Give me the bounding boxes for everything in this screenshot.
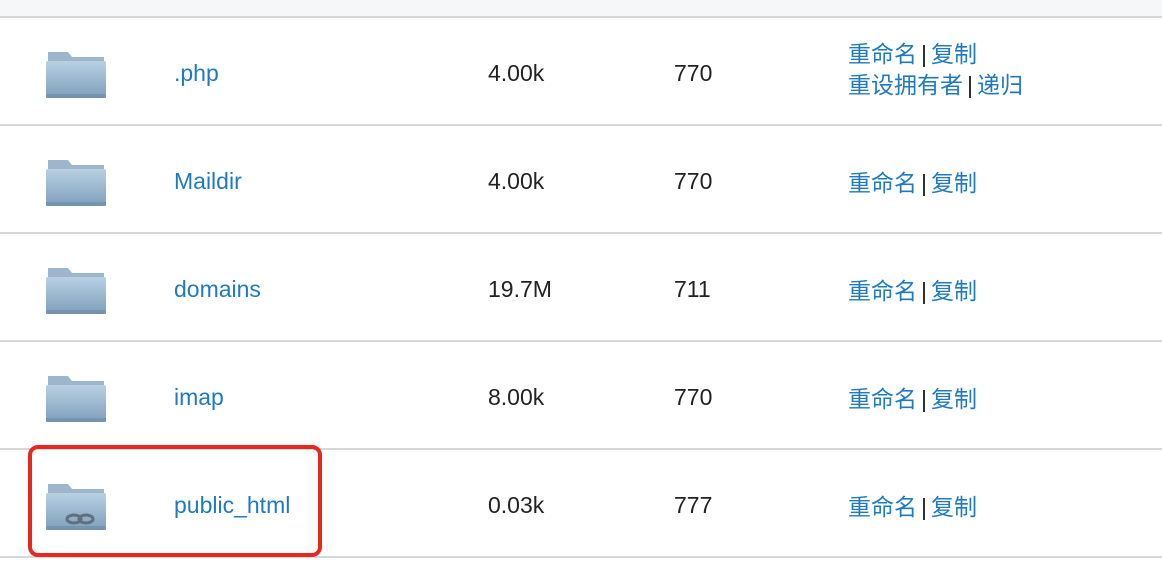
file-permissions: 770 <box>674 384 713 410</box>
action-separator: | <box>967 72 973 98</box>
file-name-link[interactable]: domains <box>174 276 261 302</box>
folder-icon[interactable] <box>44 152 108 208</box>
table-row: domains 19.7M 711 重命名 | 复制 <box>0 234 1162 342</box>
folder-icon[interactable] <box>44 44 108 100</box>
recursive-link[interactable]: 递归 <box>977 72 1023 98</box>
row-actions: 重命名 | 复制 <box>848 168 977 199</box>
file-name-link[interactable]: imap <box>174 384 224 410</box>
folder-icon[interactable] <box>44 368 108 424</box>
folder-icon[interactable] <box>44 260 108 316</box>
file-permissions: 770 <box>674 60 713 86</box>
table-row: Maildir 4.00k 770 重命名 | 复制 <box>0 126 1162 234</box>
copy-link[interactable]: 复制 <box>931 170 977 196</box>
file-size: 4.00k <box>488 60 545 86</box>
action-separator: | <box>921 41 927 67</box>
file-size: 8.00k <box>488 384 545 410</box>
row-actions: 重命名 | 复制 <box>848 276 977 307</box>
copy-link[interactable]: 复制 <box>931 41 977 67</box>
copy-link[interactable]: 复制 <box>931 494 977 520</box>
action-separator: | <box>921 170 927 196</box>
row-actions: 重命名 | 复制 重设拥有者 | 递归 <box>848 39 1023 101</box>
file-size: 0.03k <box>488 492 545 518</box>
file-table: .php 4.00k 770 重命名 | 复制 重设拥有者 | 递归 Maild… <box>0 18 1162 558</box>
file-permissions: 770 <box>674 168 713 194</box>
rename-link[interactable]: 重命名 <box>848 278 917 304</box>
copy-link[interactable]: 复制 <box>931 386 977 412</box>
file-size: 19.7M <box>488 276 552 302</box>
file-permissions: 711 <box>674 276 711 302</box>
rename-link[interactable]: 重命名 <box>848 170 917 196</box>
action-separator: | <box>921 494 927 520</box>
action-separator: | <box>921 386 927 412</box>
copy-link[interactable]: 复制 <box>931 278 977 304</box>
table-row: imap 8.00k 770 重命名 | 复制 <box>0 342 1162 450</box>
reset-owner-link[interactable]: 重设拥有者 <box>848 72 963 98</box>
rename-link[interactable]: 重命名 <box>848 494 917 520</box>
table-header-band <box>0 0 1162 18</box>
rename-link[interactable]: 重命名 <box>848 386 917 412</box>
file-name-link[interactable]: public_html <box>174 492 290 518</box>
rename-link[interactable]: 重命名 <box>848 41 917 67</box>
file-permissions: 777 <box>674 492 713 518</box>
action-separator: | <box>921 278 927 304</box>
file-manager-page: .php 4.00k 770 重命名 | 复制 重设拥有者 | 递归 Maild… <box>0 0 1162 574</box>
file-name-link[interactable]: Maildir <box>174 168 242 194</box>
table-row: public_html 0.03k 777 重命名 | 复制 <box>0 450 1162 558</box>
row-actions: 重命名 | 复制 <box>848 492 977 523</box>
table-row: .php 4.00k 770 重命名 | 复制 重设拥有者 | 递归 <box>0 18 1162 126</box>
row-actions: 重命名 | 复制 <box>848 384 977 415</box>
folder-link-icon[interactable] <box>44 476 108 532</box>
file-name-link[interactable]: .php <box>174 60 219 86</box>
file-size: 4.00k <box>488 168 545 194</box>
